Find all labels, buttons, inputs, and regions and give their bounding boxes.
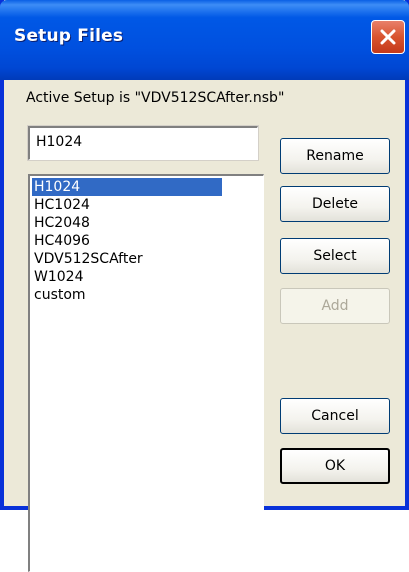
list-item[interactable]: VDV512SCAfter <box>32 250 222 268</box>
dialog-client-area: Active Setup is "VDV512SCAfter.nsb" H102… <box>4 80 405 572</box>
list-item[interactable]: HC4096 <box>32 232 222 250</box>
list-item[interactable]: HC2048 <box>32 214 222 232</box>
rename-button[interactable]: Rename <box>280 138 390 174</box>
select-button[interactable]: Select <box>280 238 390 274</box>
ok-button[interactable]: OK <box>280 448 390 484</box>
list-item[interactable]: custom <box>32 286 222 304</box>
close-button[interactable] <box>371 20 405 54</box>
setup-files-listbox[interactable]: H1024 HC1024 HC2048 HC4096 VDV512SCAfter… <box>28 174 264 572</box>
title-bar[interactable]: Setup Files <box>0 0 409 80</box>
active-setup-label: Active Setup is "VDV512SCAfter.nsb" <box>26 90 285 106</box>
list-item[interactable]: H1024 <box>32 178 222 196</box>
list-item[interactable]: HC1024 <box>32 196 222 214</box>
list-item[interactable]: W1024 <box>32 268 222 286</box>
close-x-icon <box>380 29 396 45</box>
add-button[interactable]: Add <box>280 288 390 324</box>
setup-files-dialog: Setup Files Active Setup is "VDV512SCAft… <box>0 0 409 572</box>
delete-button[interactable]: Delete <box>280 186 390 222</box>
cancel-button[interactable]: Cancel <box>280 398 390 434</box>
setup-name-input[interactable]: H1024 <box>27 125 259 161</box>
window-title: Setup Files <box>14 26 124 46</box>
